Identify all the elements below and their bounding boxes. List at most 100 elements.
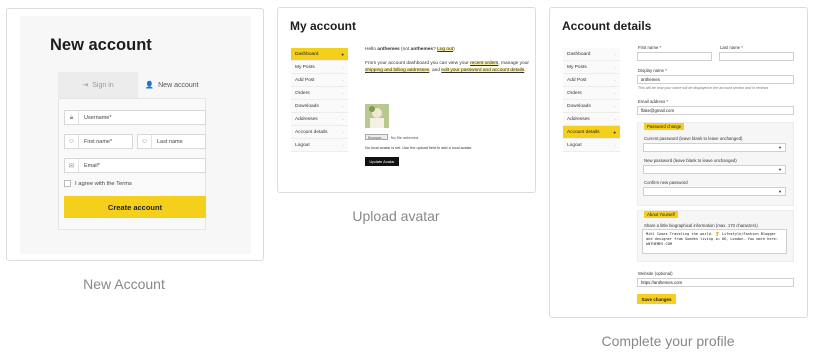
current-password-input[interactable]: ▼ [643, 143, 786, 152]
nav-item-label: Logout [567, 142, 582, 148]
nav-item-logout[interactable]: Logout ◦ [563, 139, 620, 152]
first-name-label: First name * [638, 45, 662, 50]
sign-in-icon: ⇥ [82, 82, 89, 89]
hello-user2: anthemes [410, 47, 434, 52]
lock-icon: 🔒︎ [65, 111, 79, 124]
last-name-placeholder: Last name [157, 138, 183, 145]
nav-item-my-posts[interactable]: My Posts ◦ [291, 61, 348, 74]
email-label: Email address * [638, 99, 669, 104]
display-name-label: Display name * [638, 68, 667, 73]
posts-icon: ◦ [614, 64, 616, 70]
username-field[interactable]: 🔒︎ Username* [64, 110, 206, 125]
chevron-down-icon: ▼ [778, 145, 782, 150]
bio-textarea[interactable]: Mikl Inoes Traveling the world. 🏆 Lifest… [642, 229, 787, 254]
display-name-note: This will be how your name will be displ… [638, 86, 769, 90]
add-icon: ◦ [614, 77, 616, 83]
nav-item-label: Account details [567, 129, 600, 135]
envelope-icon: ✉ [65, 159, 79, 172]
dash-text-4: . [524, 68, 526, 74]
nav-item-orders[interactable]: Orders ◦ [563, 87, 620, 100]
email-value: flake@gmail.com [641, 108, 675, 113]
nav-item-downloads[interactable]: Downloads ◦ [291, 100, 348, 113]
current-password-label: Current password (leave blank to leave u… [644, 136, 743, 141]
email-placeholder: Email* [84, 162, 100, 169]
first-name-input[interactable] [637, 52, 712, 61]
cart-icon: ◦ [614, 90, 616, 96]
website-value: https://anthemes.com [641, 280, 683, 285]
shipping-link[interactable]: shipping and billing addresses [365, 68, 430, 74]
nav-item-account-details[interactable]: Account details ◦ [291, 126, 348, 139]
download-icon: ◦ [614, 103, 616, 109]
logout-link[interactable]: Log out [437, 47, 454, 52]
last-name-field[interactable]: ☺ Last name [137, 134, 206, 149]
logout-icon: ◦ [614, 142, 616, 148]
nav-item-label: Orders [567, 90, 582, 96]
email-input[interactable]: flake@gmail.com [637, 106, 794, 115]
nav-item-label: Addresses [295, 116, 318, 122]
nav-item-dashboard[interactable]: Dashboard ● [291, 48, 348, 61]
user-plus-icon: 👤 [145, 82, 155, 89]
hello-prefix: Hello [365, 47, 376, 52]
dashboard-icon: ◦ [614, 51, 616, 57]
chevron-down-icon: ▼ [778, 167, 782, 172]
update-avatar-button[interactable]: Update Avatar [365, 157, 399, 166]
nav-item-label: My Posts [295, 64, 315, 70]
avatar [365, 104, 389, 128]
tab-new-account[interactable]: 👤 New account [138, 72, 206, 98]
agree-terms-label: I agree with the Terms [75, 180, 132, 187]
cart-icon: ◦ [342, 90, 344, 96]
upload-avatar-caption: Upload avatar [352, 208, 440, 224]
last-name-label: Last name * [720, 45, 743, 50]
dashboard-intro: From your account dashboard you can view… [365, 60, 530, 75]
nav-item-account-details[interactable]: Account details ● [563, 126, 620, 139]
user-icon: ☺ [138, 135, 152, 148]
browse-button[interactable]: Browse... [365, 134, 388, 140]
first-name-field[interactable]: ☺ First name* [64, 134, 133, 149]
email-field[interactable]: ✉ Email* [64, 158, 206, 173]
no-file-text: No file selected. [390, 134, 420, 140]
first-name-placeholder: First name* [84, 138, 113, 145]
display-name-value: anthemes [641, 77, 660, 82]
recent-orders-link[interactable]: recent orders [470, 61, 499, 66]
nav-item-my-posts[interactable]: My Posts ◦ [563, 61, 620, 74]
complete-profile-caption: Complete your profile [601, 333, 735, 349]
confirm-password-input[interactable]: ▼ [643, 187, 786, 196]
new-account-caption: New Account [83, 276, 165, 292]
chevron-down-icon: ▼ [778, 189, 782, 194]
nav-item-logout[interactable]: Logout ◦ [291, 139, 348, 152]
file-input[interactable]: Browse... No file selected. [365, 134, 419, 140]
nav-item-addresses[interactable]: Addresses ◦ [563, 113, 620, 126]
tab-new-account-label: New account [158, 81, 199, 89]
nav-item-dashboard[interactable]: Dashboard ◦ [563, 48, 620, 61]
confirm-password-label: Confirm new password [644, 180, 688, 185]
dash-text-3: , and [429, 68, 440, 74]
tab-sign-in[interactable]: ⇥ Sign in [58, 72, 138, 98]
username-placeholder: Username* [84, 114, 112, 121]
last-name-input[interactable] [719, 52, 794, 61]
agree-terms-checkbox[interactable] [64, 180, 71, 187]
avatar-image [365, 104, 389, 128]
hello-user: anthemes [377, 47, 400, 52]
new-password-label: New password (leave blank to leave uncha… [644, 158, 737, 163]
user-icon: ☺ [65, 135, 79, 148]
account-details-title: Account details [562, 19, 652, 33]
nav-item-downloads[interactable]: Downloads ◦ [563, 100, 620, 113]
greeting-text: Hello anthemes (not anthemes? Log out) [365, 46, 530, 53]
nav-item-add-post[interactable]: Add Post ◦ [291, 74, 348, 87]
dash-text-2: , manage your [498, 61, 529, 66]
hello-q: ? [433, 47, 436, 52]
nav-item-add-post[interactable]: Add Post ◦ [563, 74, 620, 87]
user-icon: ● [613, 129, 616, 135]
password-link[interactable]: edit your password and account details [441, 68, 525, 74]
add-icon: ◦ [342, 77, 344, 83]
save-changes-button[interactable]: Save changes [637, 294, 676, 304]
display-name-input[interactable]: anthemes [637, 75, 794, 84]
nav-item-orders[interactable]: Orders ◦ [291, 87, 348, 100]
new-password-input[interactable]: ▼ [643, 165, 786, 174]
nav-item-addresses[interactable]: Addresses ◦ [291, 113, 348, 126]
avatar-note: No local avatar is set. Use the upload f… [365, 146, 473, 150]
nav-item-label: Dashboard [295, 51, 319, 57]
website-input[interactable]: https://anthemes.com [637, 278, 794, 287]
create-account-button[interactable]: Create account [64, 196, 206, 218]
tab-sign-in-label: Sign in [92, 81, 114, 89]
